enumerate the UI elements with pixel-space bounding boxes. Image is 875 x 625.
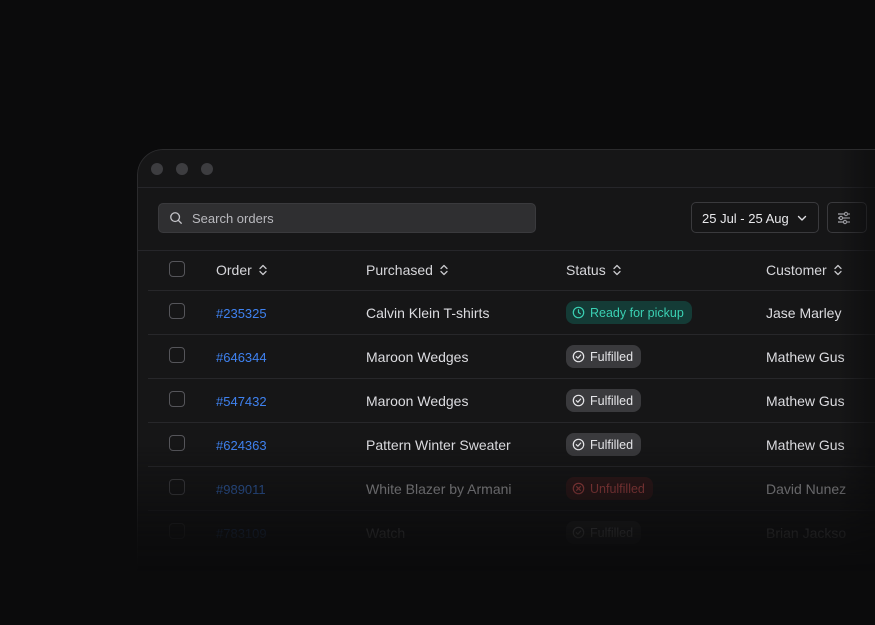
- status-badge: Ready for pickup: [566, 301, 692, 324]
- status-badge: Fulfilled: [566, 345, 642, 368]
- search-icon: [170, 212, 182, 224]
- row-checkbox[interactable]: [169, 347, 185, 363]
- chevron-down-icon: [797, 215, 807, 221]
- customer-name: Jase Marley: [766, 305, 842, 321]
- column-header-order[interactable]: Order: [216, 262, 268, 278]
- row-checkbox[interactable]: [169, 391, 185, 407]
- customer-name: Mathew Gus: [766, 349, 845, 365]
- window-minimize-dot[interactable]: [176, 163, 188, 175]
- order-link[interactable]: #624363: [216, 438, 267, 453]
- row-checkbox[interactable]: [169, 523, 185, 539]
- window-close-dot[interactable]: [151, 163, 163, 175]
- table-row[interactable]: #989011 White Blazer by Armani Unfulfill…: [148, 467, 875, 511]
- sort-icon: [834, 264, 842, 276]
- purchased-item: Pattern Winter Sweater: [366, 437, 511, 453]
- row-checkbox[interactable]: [169, 303, 185, 319]
- column-header-status[interactable]: Status: [566, 262, 622, 278]
- title-bar: [138, 150, 875, 188]
- app-window: Search orders 25 Jul - 25 Aug Order Purc…: [137, 149, 875, 571]
- search-placeholder: Search orders: [192, 211, 274, 226]
- date-range-label: 25 Jul - 25 Aug: [702, 211, 789, 226]
- order-link[interactable]: #547432: [216, 394, 267, 409]
- window-maximize-dot[interactable]: [201, 163, 213, 175]
- row-checkbox[interactable]: [169, 479, 185, 495]
- customer-name: Mathew Gus: [766, 437, 845, 453]
- check-circle-icon: [572, 350, 585, 363]
- table-header-row: Order Purchased Status Customer: [148, 250, 875, 291]
- purchased-item: Watch: [366, 525, 406, 541]
- status-badge: Unfulfilled: [566, 477, 653, 500]
- purchased-item: Calvin Klein T-shirts: [366, 305, 490, 321]
- table-row[interactable]: #235325 Calvin Klein T-shirts Ready for …: [148, 291, 875, 335]
- sort-icon: [613, 264, 621, 276]
- purchased-item: White Blazer by Armani: [366, 481, 512, 497]
- check-circle-icon: [572, 394, 585, 407]
- status-badge: Fulfilled: [566, 433, 642, 456]
- purchased-item: Maroon Wedges: [366, 393, 469, 409]
- column-header-purchased[interactable]: Purchased: [366, 262, 449, 278]
- row-checkbox[interactable]: [169, 435, 185, 451]
- check-circle-icon: [572, 526, 585, 539]
- sliders-icon: [838, 211, 850, 225]
- table-row[interactable]: #646344 Maroon Wedges Fulfilled Mathew G…: [148, 335, 875, 379]
- filter-button[interactable]: [827, 202, 867, 233]
- orders-table: Order Purchased Status Customer #235325 …: [148, 250, 875, 555]
- check-circle-icon: [572, 438, 585, 451]
- table-row[interactable]: #783109 Watch Fulfilled Brian Jackso: [148, 511, 875, 555]
- date-range-button[interactable]: 25 Jul - 25 Aug: [691, 202, 819, 233]
- x-circle-icon: [572, 482, 585, 495]
- order-link[interactable]: #235325: [216, 306, 267, 321]
- table-row[interactable]: #547432 Maroon Wedges Fulfilled Mathew G…: [148, 379, 875, 423]
- status-badge: Fulfilled: [566, 521, 642, 544]
- customer-name: Mathew Gus: [766, 393, 845, 409]
- customer-name: David Nunez: [766, 481, 847, 497]
- toolbar: Search orders 25 Jul - 25 Aug: [138, 188, 875, 251]
- clock-icon: [572, 306, 585, 319]
- order-link[interactable]: #783109: [216, 526, 267, 541]
- sort-icon: [259, 264, 267, 276]
- column-header-customer[interactable]: Customer: [766, 262, 843, 278]
- select-all-checkbox[interactable]: [169, 261, 185, 277]
- purchased-item: Maroon Wedges: [366, 349, 469, 365]
- status-badge: Fulfilled: [566, 389, 642, 412]
- search-input[interactable]: Search orders: [158, 203, 536, 233]
- customer-name: Brian Jackso: [766, 525, 847, 541]
- table-row[interactable]: #624363 Pattern Winter Sweater Fulfilled…: [148, 423, 875, 467]
- sort-icon: [440, 264, 448, 276]
- order-link[interactable]: #646344: [216, 350, 267, 365]
- order-link[interactable]: #989011: [216, 482, 266, 497]
